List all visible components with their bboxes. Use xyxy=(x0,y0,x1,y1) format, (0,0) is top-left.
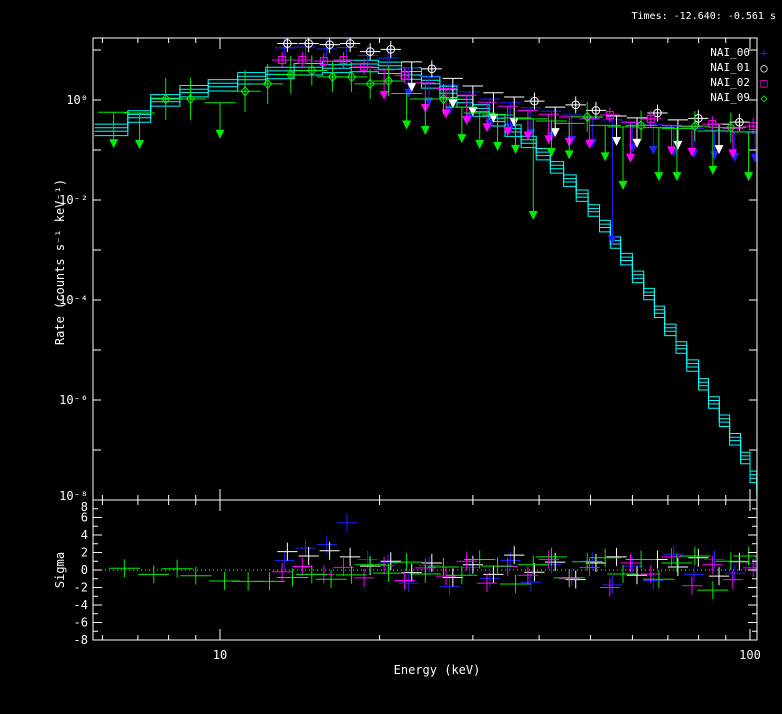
svg-text:-2: -2 xyxy=(74,581,88,595)
legend-item-nai-09: NAI_09 ◇ xyxy=(710,90,771,105)
fit-time-range: Times: -12.640: -0.561 s xyxy=(632,11,777,22)
svg-text:100: 100 xyxy=(739,648,761,662)
legend-item-nai-00: NAI_00 + xyxy=(710,45,771,60)
detector-legend: NAI_00 + NAI_01 ○ NAI_02 □ NAI_09 ◇ xyxy=(710,45,771,105)
svg-text:10: 10 xyxy=(213,648,227,662)
svg-text:10⁻⁶: 10⁻⁶ xyxy=(59,393,88,407)
svg-text:-6: -6 xyxy=(74,616,88,630)
residual-points xyxy=(93,514,765,599)
svg-text:0: 0 xyxy=(81,563,88,577)
spectra-plot: 1010010⁰10⁻²10⁻⁴10⁻⁶10⁻⁸86420-2-4-6-8 xyxy=(0,0,782,714)
svg-text:4: 4 xyxy=(81,528,88,542)
diamond-icon: ◇ xyxy=(757,92,771,104)
circle-icon: ○ xyxy=(757,62,771,74)
svg-text:10⁰: 10⁰ xyxy=(66,93,88,107)
square-icon: □ xyxy=(757,77,771,89)
svg-text:-4: -4 xyxy=(74,598,88,612)
svg-text:2: 2 xyxy=(81,546,88,560)
detector-data-points xyxy=(98,35,765,245)
plus-icon: + xyxy=(757,47,771,59)
svg-text:-8: -8 xyxy=(74,633,88,647)
legend-item-nai-01: NAI_01 ○ xyxy=(710,60,771,75)
legend-item-nai-02: NAI_02 □ xyxy=(710,75,771,90)
energy-axis-label: Energy (keV) xyxy=(357,663,517,677)
rate-axis-label: Rate (counts s⁻¹ keV⁻¹) xyxy=(53,179,67,345)
spectral-fit-screen: 1010010⁰10⁻²10⁻⁴10⁻⁶10⁻⁸86420-2-4-6-8 Ti… xyxy=(0,0,782,714)
sigma-axis-label: Sigma xyxy=(53,552,67,588)
svg-text:6: 6 xyxy=(81,511,88,525)
